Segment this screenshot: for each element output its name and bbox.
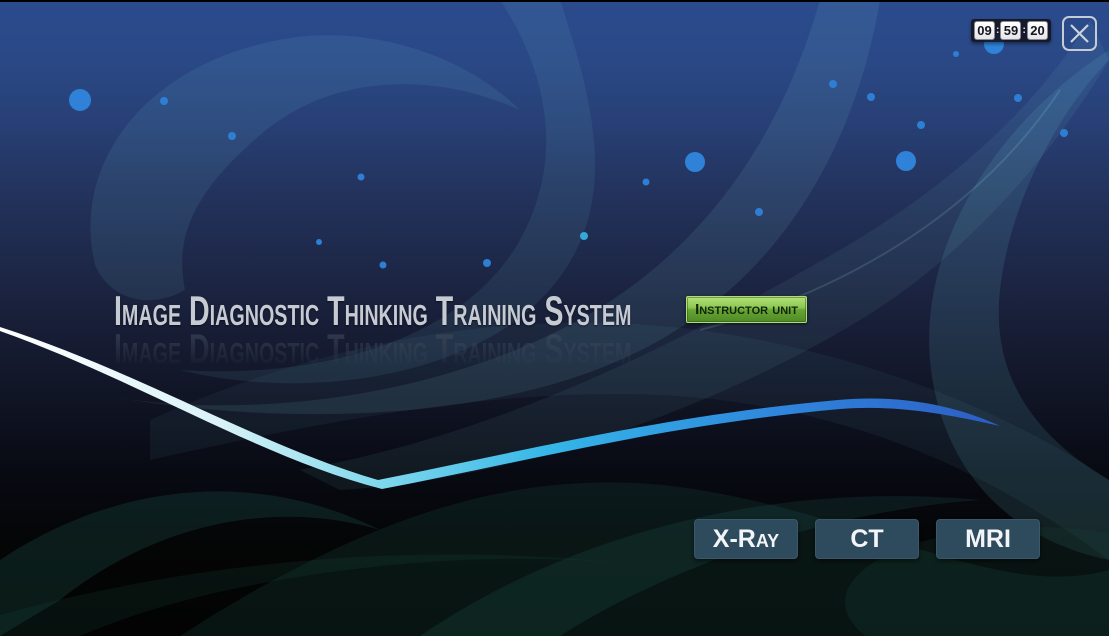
instructor-unit-badge: Instructor unit xyxy=(686,296,807,323)
splash-screen: Image Diagnostic Thinking Training Syste… xyxy=(0,0,1109,636)
close-icon xyxy=(1068,22,1091,45)
clock-separator: : xyxy=(996,25,1000,36)
close-button[interactable] xyxy=(1062,16,1097,51)
ct-button[interactable]: CT xyxy=(815,519,919,559)
background-waves-top xyxy=(90,0,1109,560)
app-title-reflection: Image Diagnostic Thinking Training Syste… xyxy=(114,328,631,370)
xray-button[interactable]: X-Ray xyxy=(694,519,798,559)
mri-button[interactable]: MRI xyxy=(936,519,1040,559)
clock-minutes: 59 xyxy=(1000,21,1021,40)
clock-hours: 09 xyxy=(974,21,995,40)
clock-seconds: 20 xyxy=(1027,21,1048,40)
app-title: Image Diagnostic Thinking Training Syste… xyxy=(114,290,631,332)
clock: 09 : 59 : 20 xyxy=(971,19,1051,42)
background-waves-bottom xyxy=(0,482,1109,636)
clock-separator: : xyxy=(1022,25,1026,36)
